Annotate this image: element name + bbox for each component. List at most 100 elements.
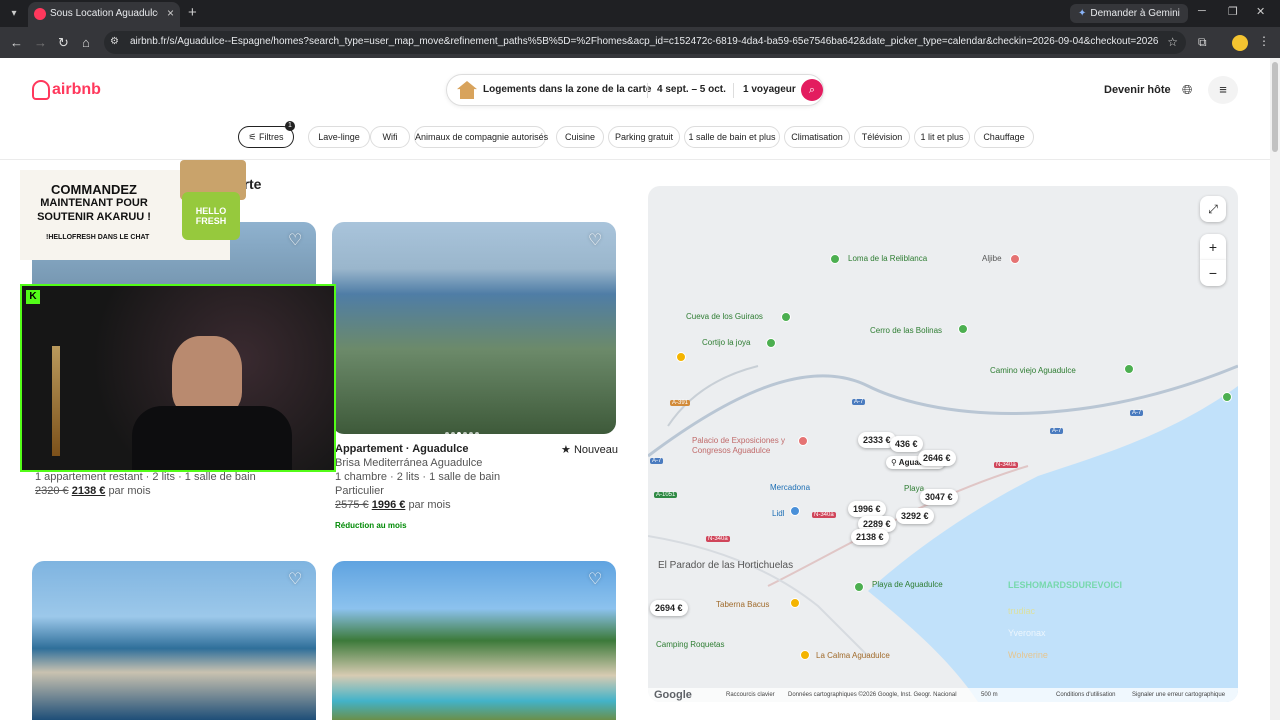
globe-icon[interactable]: 🌐︎ xyxy=(1182,82,1192,98)
monthly-discount-badge: Réduction au mois xyxy=(335,521,407,530)
heart-icon[interactable]: ♡ xyxy=(588,569,608,589)
page-scrollbar[interactable] xyxy=(1270,58,1280,720)
road-label: A-7 xyxy=(852,399,866,405)
filter-count-badge: 1 xyxy=(285,121,295,131)
map-label: El Parador de las Hortichuelas xyxy=(658,560,794,571)
old-price: 2320 € xyxy=(35,485,69,497)
terms-link[interactable]: Conditions d'utilisation xyxy=(1056,688,1116,702)
airbnb-logo[interactable]: airbnb xyxy=(32,80,101,100)
shop-icon xyxy=(676,352,686,362)
price-marker[interactable]: 3292 € xyxy=(896,508,934,524)
price-marker[interactable]: 436 € xyxy=(890,436,923,452)
zoom-in-icon[interactable]: + xyxy=(1200,234,1226,260)
road-label: N-340a xyxy=(994,462,1018,468)
extensions-icon[interactable]: ⧉ xyxy=(1198,35,1207,50)
maximize-icon[interactable]: ❐ xyxy=(1228,5,1238,18)
road-label: A-7 xyxy=(1050,428,1064,434)
minimize-icon[interactable]: ─ xyxy=(1198,5,1206,17)
site-header: airbnb Logements dans la zone de la cart… xyxy=(0,58,1270,160)
new-tab-button[interactable]: + xyxy=(188,4,197,21)
close-window-icon[interactable]: ✕ xyxy=(1256,5,1265,18)
heart-icon[interactable]: ♡ xyxy=(588,230,608,250)
address-bar[interactable]: ⚙ airbnb.fr/s/Aguadulce--Espagne/homes?s… xyxy=(104,31,1186,54)
heart-icon[interactable]: ♡ xyxy=(288,230,308,250)
chat-overlay-line: Yveronax xyxy=(1008,628,1046,638)
listing-photo[interactable] xyxy=(332,561,616,720)
tab-search-icon[interactable]: ▾ xyxy=(6,6,22,22)
chip-washer[interactable]: Lave-linge xyxy=(308,126,370,148)
park-icon xyxy=(766,338,776,348)
listing-details: 1 chambre · 2 lits · 1 salle de bain xyxy=(335,471,501,483)
hamburger-menu-icon[interactable]: ≡ xyxy=(1208,76,1238,104)
park-icon xyxy=(1222,392,1232,402)
chip-parking[interactable]: Parking gratuit xyxy=(608,126,680,148)
price-marker[interactable]: 1996 € xyxy=(848,501,886,517)
chip-heating[interactable]: Chauffage xyxy=(974,126,1034,148)
promo-chat-command: !HELLOFRESH DANS LE CHAT xyxy=(46,234,150,241)
bookmark-star-icon[interactable]: ☆ xyxy=(1167,35,1178,49)
venue-icon xyxy=(798,436,808,446)
fullscreen-icon[interactable]: ⤢ xyxy=(1200,196,1226,222)
search-divider xyxy=(647,83,648,98)
listing-price[interactable]: 1996 € xyxy=(372,499,406,511)
price-marker[interactable]: 2138 € xyxy=(851,529,889,545)
search-dates[interactable]: 4 sept. – 5 oct. xyxy=(657,84,726,95)
price-marker[interactable]: 2646 € xyxy=(918,450,956,466)
report-error-link[interactable]: Signaler une erreur cartographique xyxy=(1132,688,1225,702)
park-icon xyxy=(958,324,968,334)
sponsor-overlay: COMMANDEZ MAINTENANT POUR SOUTENIR AKARU… xyxy=(20,160,246,260)
map-label: Cerro de las Bolinas xyxy=(870,326,943,335)
price-marker[interactable]: 2694 € xyxy=(650,600,688,616)
search-guests[interactable]: 1 voyageur xyxy=(743,84,796,95)
listing-price[interactable]: 2138 € xyxy=(72,485,106,497)
chip-ac[interactable]: Climatisation xyxy=(784,126,850,148)
become-host-link[interactable]: Devenir hôte xyxy=(1104,84,1171,96)
back-icon[interactable]: ← xyxy=(10,35,23,50)
reload-icon[interactable]: ↻ xyxy=(58,35,69,51)
map-label: Lidl xyxy=(772,509,785,518)
road-label: A-7 xyxy=(1130,410,1144,416)
search-bar[interactable]: Logements dans la zone de la carte 4 sep… xyxy=(446,74,824,106)
road-label: A-391 xyxy=(670,400,691,406)
chip-bed[interactable]: 1 lit et plus xyxy=(914,126,970,148)
map-label: Mercadona xyxy=(770,483,811,492)
close-tab-icon[interactable]: × xyxy=(167,6,174,20)
chip-tv[interactable]: Télévision xyxy=(854,126,910,148)
restaurant-icon xyxy=(790,598,800,608)
gemini-button[interactable]: ✦ Demander à Gemini xyxy=(1070,4,1188,23)
new-badge: ★ Nouveau xyxy=(561,443,618,456)
listing-photo[interactable] xyxy=(32,561,316,720)
keyboard-shortcuts-link[interactable]: Raccourcis clavier xyxy=(726,688,775,702)
price-marker[interactable]: 3047 € xyxy=(920,489,958,505)
url-text: airbnb.fr/s/Aguadulce--Espagne/homes?sea… xyxy=(130,36,1158,47)
search-icon[interactable]: ⌕ xyxy=(801,79,823,101)
browser-menu-icon[interactable]: ⋮ xyxy=(1258,34,1270,48)
shopping-icon xyxy=(790,506,800,516)
map-data-credit: Données cartographiques ©2026 Google, In… xyxy=(788,692,957,698)
chat-overlay-line: Wolverine xyxy=(1008,650,1048,660)
home-icon[interactable]: ⌂ xyxy=(82,35,90,50)
listing-photo[interactable] xyxy=(332,222,616,434)
gemini-label: Demander à Gemini xyxy=(1090,8,1180,19)
filters-button[interactable]: ⚟ Filtres 1 xyxy=(238,121,295,148)
landmark-icon xyxy=(1010,254,1020,264)
road-label: A-7 xyxy=(650,458,664,464)
zoom-out-icon[interactable]: − xyxy=(1200,260,1226,286)
site-info-icon[interactable]: ⚙ xyxy=(110,36,122,48)
chip-bathroom[interactable]: 1 salle de bain et plus xyxy=(684,126,780,148)
chip-kitchen[interactable]: Cuisine xyxy=(556,126,604,148)
scrollbar-thumb[interactable] xyxy=(1272,62,1278,152)
promo-line: MAINTENANT POUR xyxy=(40,197,148,209)
map[interactable]: Loma de la Reliblanca Aljibe Cueva de lo… xyxy=(648,186,1238,702)
browser-toolbar: ← → ↻ ⌂ ⚙ airbnb.fr/s/Aguadulce--Espagne… xyxy=(0,27,1280,58)
profile-avatar[interactable] xyxy=(1232,35,1248,51)
chip-wifi[interactable]: Wifi xyxy=(370,126,410,148)
forward-icon[interactable]: → xyxy=(34,35,47,50)
park-icon xyxy=(1124,364,1134,374)
browser-tab[interactable]: Sous Location Aguadulce, Locat × xyxy=(28,2,180,27)
chip-pets[interactable]: Animaux de compagnie autorisés xyxy=(414,126,548,148)
google-logo: Google xyxy=(654,689,692,701)
search-location[interactable]: Logements dans la zone de la carte xyxy=(483,84,651,95)
chat-overlay-line: LESHOMARDSDUREVOICI xyxy=(1008,580,1123,590)
heart-icon[interactable]: ♡ xyxy=(288,569,308,589)
